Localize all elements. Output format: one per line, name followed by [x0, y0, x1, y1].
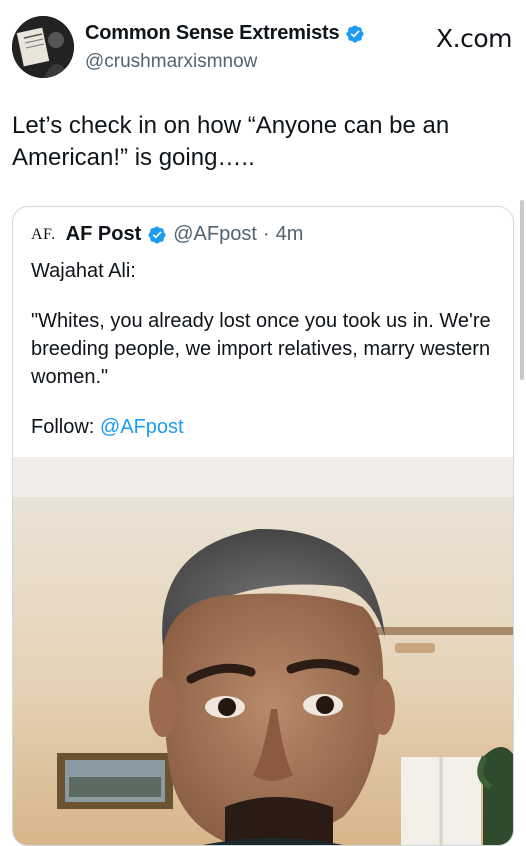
follow-label: Follow: — [31, 416, 95, 438]
scrollbar[interactable] — [520, 200, 524, 380]
separator-dot: · — [262, 223, 270, 245]
tweet-header: Common Sense Extremists @crushmarxismnow… — [12, 14, 512, 78]
follow-handle-link[interactable]: @AFpost — [100, 416, 184, 438]
tweet-text: Let’s check in on how “Anyone can be an … — [12, 112, 450, 171]
author-handle[interactable]: @crushmarxismnow — [85, 51, 257, 73]
quoted-post-header: AF. AF Post @AFpost · 4m — [31, 223, 303, 246]
quoted-author-name[interactable]: AF Post — [66, 223, 142, 246]
quoted-speaker: Wajahat Ali: — [31, 260, 136, 282]
quoted-author-logo: AF. — [31, 225, 56, 243]
author-name-row: Common Sense Extremists — [85, 22, 365, 45]
quoted-post-time[interactable]: 4m — [276, 223, 304, 246]
verified-badge-icon — [147, 225, 167, 245]
verified-badge-icon — [345, 24, 365, 44]
author-avatar[interactable] — [12, 16, 74, 78]
quoted-author-handle[interactable]: @AFpost — [173, 223, 257, 246]
video-thumbnail[interactable] — [13, 457, 513, 845]
brand-label: X.com — [436, 24, 512, 53]
quoted-quote-text: "Whites, you already lost once you took … — [31, 310, 491, 388]
author-display-name[interactable]: Common Sense Extremists — [85, 22, 340, 45]
quoted-post-card[interactable]: AF. AF Post @AFpost · 4m Wajahat Ali: "W… — [12, 206, 514, 846]
quoted-follow-line: Follow: @AFpost — [31, 413, 501, 441]
quoted-post-body: Wajahat Ali: "Whites, you already lost o… — [31, 257, 501, 441]
